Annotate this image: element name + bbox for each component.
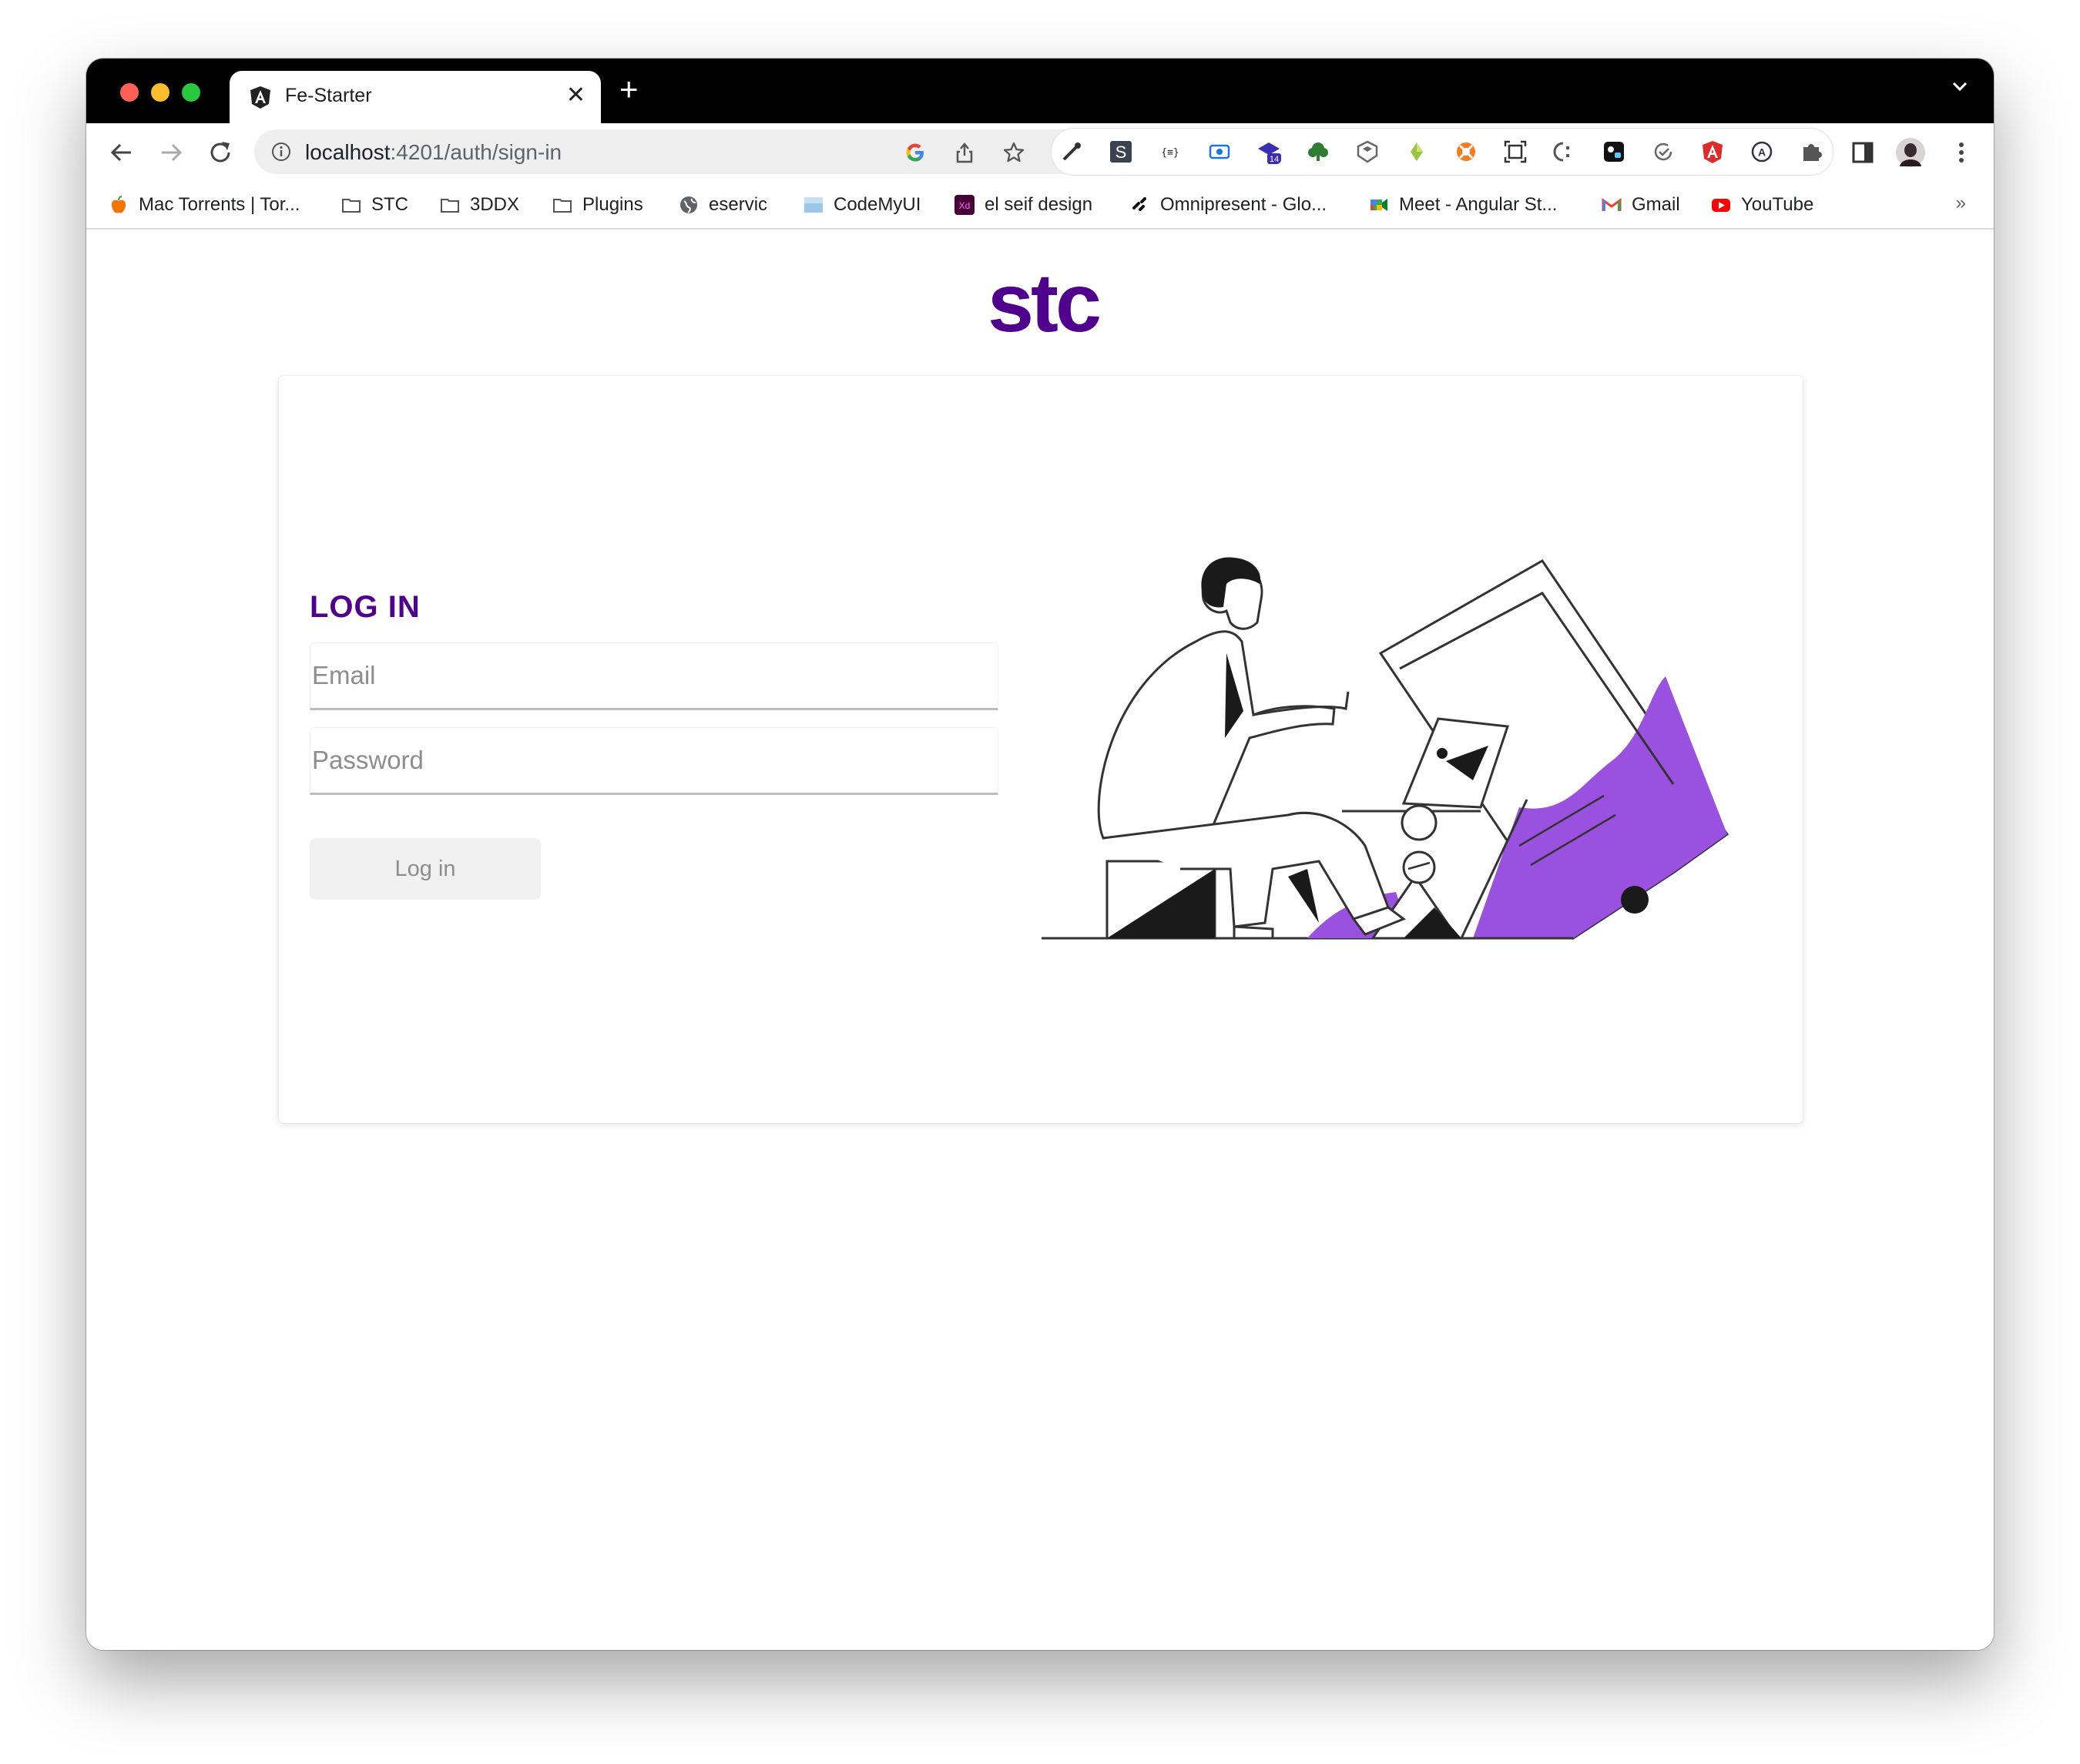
google-icon[interactable] bbox=[903, 140, 928, 165]
svg-text:stc: stc bbox=[988, 267, 1099, 344]
diamond-icon[interactable] bbox=[1404, 139, 1429, 164]
bookmarks-bar: Mac Torrents | Tor... STC 3DDX Plugins e… bbox=[86, 182, 1994, 230]
password-input[interactable] bbox=[310, 728, 998, 793]
email-field[interactable] bbox=[310, 642, 998, 710]
new-tab-button[interactable]: + bbox=[619, 72, 639, 106]
minimize-window-button[interactable] bbox=[151, 83, 169, 102]
stc-logo: stc bbox=[988, 267, 1102, 344]
bookmark-3ddx-folder[interactable]: 3DDX bbox=[439, 191, 519, 219]
svg-text:Xd: Xd bbox=[959, 200, 971, 211]
bookmark-eservic[interactable]: eservic bbox=[678, 191, 767, 219]
browser-window: Fe-Starter ✕ + localhost:4201/auth/sign-… bbox=[86, 59, 1994, 1650]
graduation-cap-icon[interactable]: 14 bbox=[1256, 139, 1281, 164]
browser-toolbar: localhost:4201/auth/sign-in S {≡} 14 A bbox=[86, 123, 1994, 182]
chevron-down-icon[interactable] bbox=[1949, 75, 1971, 97]
tab-close-icon[interactable]: ✕ bbox=[566, 82, 585, 109]
tab-fe-starter[interactable]: Fe-Starter ✕ bbox=[230, 71, 601, 123]
side-panel-icon[interactable] bbox=[1847, 137, 1878, 168]
info-icon[interactable] bbox=[271, 142, 291, 162]
codemyui-icon bbox=[804, 197, 823, 213]
a-circle-icon[interactable]: A bbox=[1750, 139, 1774, 164]
forward-arrow-icon[interactable] bbox=[156, 137, 186, 168]
svg-text:{≡}: {≡} bbox=[1161, 147, 1179, 159]
maximize-window-button[interactable] bbox=[182, 83, 200, 102]
angular-devtools-icon[interactable] bbox=[1700, 139, 1725, 164]
angular-icon bbox=[250, 86, 270, 109]
email-input[interactable] bbox=[310, 643, 998, 708]
globe-icon bbox=[680, 196, 697, 213]
url-text[interactable]: localhost:4201/auth/sign-in bbox=[305, 140, 562, 165]
screen-capture-icon[interactable] bbox=[1207, 139, 1232, 164]
page-content: stc LOG IN Log in bbox=[86, 230, 1994, 1650]
bookmark-omnipresent[interactable]: Omnipresent - Glo... bbox=[1129, 191, 1327, 219]
bookmark-el-seif-design[interactable]: Xd el seif design bbox=[954, 191, 1092, 219]
close-window-button[interactable] bbox=[120, 83, 139, 102]
json-viewer-icon[interactable]: {≡} bbox=[1158, 139, 1183, 164]
login-card: LOG IN Log in bbox=[279, 376, 1803, 1123]
tree-icon[interactable] bbox=[1306, 139, 1330, 164]
bookmark-meet-angular[interactable]: Meet - Angular St... bbox=[1368, 191, 1557, 219]
bookmark-youtube[interactable]: YouTube bbox=[1710, 191, 1813, 219]
shield-icon[interactable] bbox=[1355, 139, 1380, 164]
bookmark-star-icon[interactable] bbox=[1001, 140, 1026, 165]
reload-icon[interactable] bbox=[205, 137, 236, 168]
gmail-icon bbox=[1602, 198, 1622, 211]
address-bar[interactable]: localhost:4201/auth/sign-in bbox=[254, 129, 1125, 174]
login-button[interactable]: Log in bbox=[310, 838, 541, 900]
folder-icon bbox=[342, 199, 361, 213]
bookmark-stc-folder[interactable]: STC bbox=[341, 191, 408, 219]
eyedropper-icon[interactable] bbox=[1059, 139, 1084, 164]
back-arrow-icon[interactable] bbox=[106, 137, 137, 168]
login-title: LOG IN bbox=[310, 590, 421, 624]
bookmark-mac-torrents[interactable]: Mac Torrents | Tor... bbox=[108, 191, 300, 219]
folder-icon bbox=[553, 199, 572, 213]
share-icon[interactable] bbox=[952, 140, 977, 165]
svg-text:14: 14 bbox=[1270, 155, 1279, 164]
svg-text:A: A bbox=[1758, 146, 1766, 159]
css-peeper-icon[interactable] bbox=[1552, 139, 1577, 164]
apple-icon bbox=[111, 196, 126, 213]
person-laptop-illustration bbox=[1042, 557, 1729, 941]
bookmark-gmail[interactable]: Gmail bbox=[1601, 191, 1680, 219]
avatar[interactable] bbox=[1895, 137, 1926, 168]
bookmark-codemyui[interactable]: CodeMyUI bbox=[803, 191, 921, 219]
youtube-icon bbox=[1712, 199, 1730, 212]
tab-title: Fe-Starter bbox=[285, 85, 372, 106]
app-extension-icon[interactable] bbox=[1602, 139, 1626, 164]
lifebuoy-icon[interactable] bbox=[1454, 139, 1478, 164]
checkmark-circle-icon[interactable] bbox=[1651, 139, 1676, 164]
menu-dots-icon[interactable] bbox=[1946, 137, 1977, 168]
password-field[interactable] bbox=[310, 727, 998, 795]
s-extension-icon[interactable]: S bbox=[1109, 139, 1133, 164]
bookmark-plugins-folder[interactable]: Plugins bbox=[552, 191, 643, 219]
title-bar: Fe-Starter ✕ + bbox=[86, 59, 1994, 123]
folder-icon bbox=[441, 199, 459, 213]
adobe-xd-icon: Xd bbox=[954, 195, 975, 215]
svg-text:S: S bbox=[1115, 143, 1127, 162]
puzzle-piece-icon[interactable] bbox=[1799, 139, 1823, 164]
bookmarks-overflow-button[interactable]: » bbox=[1956, 193, 1966, 214]
omnipresent-icon bbox=[1132, 197, 1146, 211]
fullscreen-capture-icon[interactable] bbox=[1503, 139, 1528, 164]
google-meet-icon bbox=[1370, 199, 1387, 211]
extensions-bar: S {≡} 14 A bbox=[1051, 128, 1833, 176]
